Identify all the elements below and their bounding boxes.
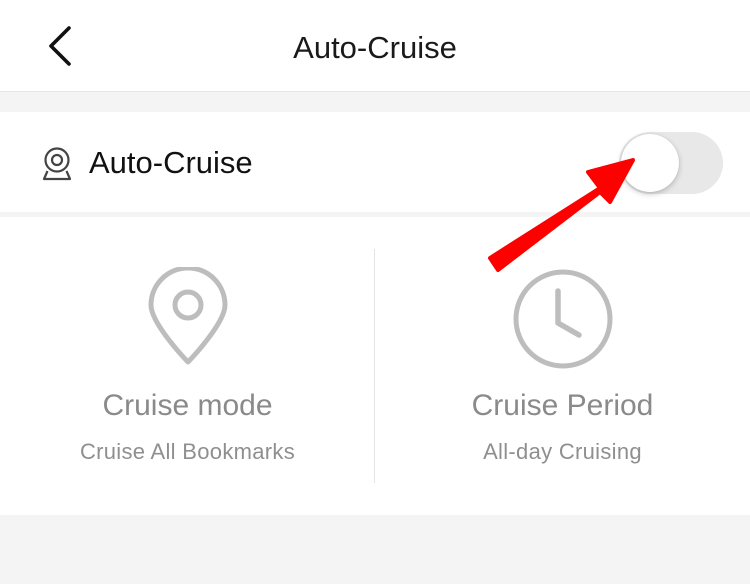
auto-cruise-label: Auto-Cruise [89,145,253,180]
clock-icon [511,267,615,373]
cruise-period-option[interactable]: Cruise Period All-day Cruising [375,217,750,515]
nav-header: Auto-Cruise [0,0,750,92]
webcam-icon [39,146,75,182]
cruise-mode-title: Cruise mode [102,389,273,422]
cruise-period-value: All-day Cruising [483,439,642,464]
cruise-options: Cruise mode Cruise All Bookmarks Cruise … [0,217,750,515]
cruise-mode-option[interactable]: Cruise mode Cruise All Bookmarks [0,217,375,515]
cruise-mode-value: Cruise All Bookmarks [79,439,296,464]
page-title: Auto-Cruise [293,30,457,65]
auto-cruise-toggle[interactable] [619,132,723,194]
cruise-period-title: Cruise Period [471,389,654,422]
location-pin-icon [146,265,230,373]
toggle-knob [621,134,679,192]
